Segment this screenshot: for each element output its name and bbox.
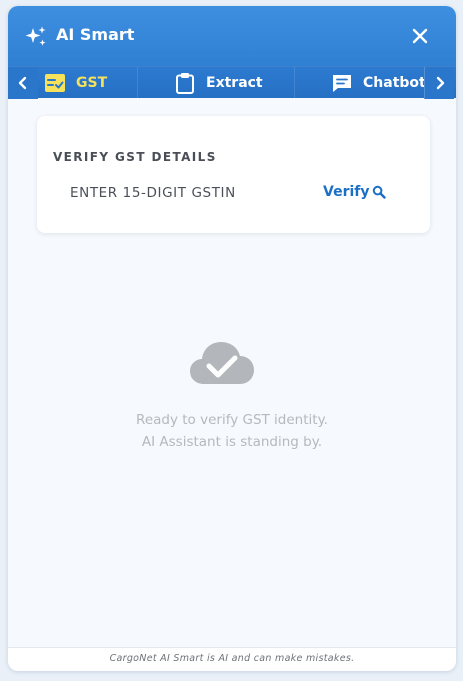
gstin-input[interactable] bbox=[53, 178, 301, 208]
verify-label: Verify bbox=[323, 184, 370, 200]
tabs-next-button[interactable] bbox=[424, 67, 454, 99]
chat-icon bbox=[333, 75, 351, 92]
tab-bar: GST Extract Chatbot bbox=[8, 66, 456, 99]
empty-state-line-1: Ready to verify GST identity. bbox=[136, 412, 328, 428]
checklist-icon bbox=[45, 74, 65, 92]
verify-gst-card: VERIFY GST DETAILS Verify bbox=[37, 116, 430, 233]
close-icon[interactable] bbox=[410, 26, 430, 46]
clipboard-icon bbox=[176, 73, 194, 94]
chevron-right-icon bbox=[436, 76, 444, 90]
card-heading: VERIFY GST DETAILS bbox=[53, 150, 217, 164]
sparkles-icon bbox=[25, 26, 46, 46]
panel-header: AI Smart bbox=[8, 6, 456, 66]
empty-state-line-2: AI Assistant is standing by. bbox=[141, 434, 323, 450]
cloud-check-icon bbox=[190, 342, 254, 384]
tab-chatbot-label: Chatbot bbox=[363, 75, 424, 91]
tab-gst-label: GST bbox=[76, 75, 108, 91]
tab-extract[interactable]: Extract bbox=[138, 67, 295, 99]
search-icon bbox=[373, 185, 387, 199]
ai-disclaimer: CargoNet AI Smart is AI and can make mis… bbox=[8, 647, 456, 671]
ai-smart-panel: AI Smart GST Extract Chatbot VERIFY GST … bbox=[8, 6, 456, 671]
tab-extract-label: Extract bbox=[206, 75, 263, 91]
panel-title: AI Smart bbox=[56, 25, 135, 44]
chevron-left-icon bbox=[18, 76, 27, 90]
tabs-prev-button[interactable] bbox=[8, 67, 38, 99]
tab-chatbot[interactable]: Chatbot bbox=[295, 67, 424, 99]
tab-gst[interactable]: GST bbox=[38, 67, 138, 99]
verify-button[interactable]: Verify bbox=[323, 184, 387, 200]
